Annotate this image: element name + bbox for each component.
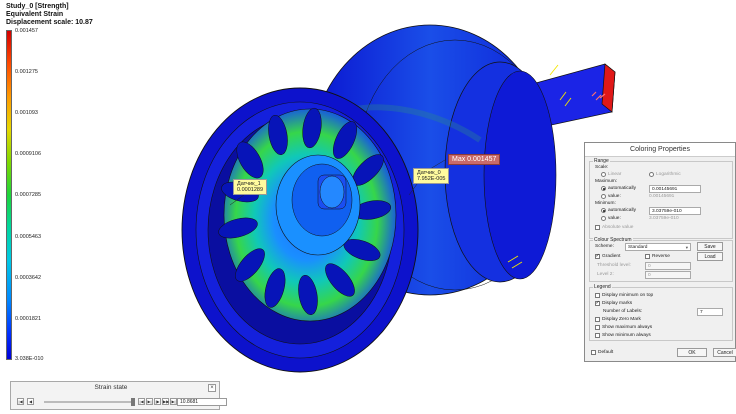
min-value-radio[interactable]: value: bbox=[601, 216, 621, 221]
absolute-value-checkbox[interactable]: Absolute value bbox=[595, 225, 633, 230]
save-button[interactable]: Save bbox=[697, 242, 723, 251]
step-back-button[interactable]: |◀ bbox=[138, 398, 145, 405]
minimum-label: Minimum: bbox=[595, 201, 616, 206]
sensor-0-callout[interactable]: Датчик_0 7.952E-005 bbox=[413, 168, 450, 184]
chevron-down-icon: ▾ bbox=[685, 245, 688, 250]
default-checkbox[interactable]: Default bbox=[591, 350, 613, 355]
min-auto-field[interactable]: 3.03759e-010 bbox=[649, 207, 701, 215]
play-button[interactable]: ▶| bbox=[146, 398, 153, 405]
min-auto-radio[interactable]: automatically bbox=[601, 208, 636, 213]
sensor-1-callout[interactable]: Датчик_1 0.0001289 bbox=[233, 179, 267, 195]
prev-frame-button[interactable]: ◀ bbox=[27, 398, 34, 405]
max-value-radio[interactable]: value: bbox=[601, 194, 621, 199]
checkbox-icon bbox=[595, 225, 600, 230]
strain-state-title: Strain state bbox=[94, 384, 128, 391]
radio-icon bbox=[601, 194, 606, 199]
wheel-hub bbox=[275, 154, 361, 256]
strain-slider-track[interactable] bbox=[44, 401, 132, 403]
strain-slider-thumb[interactable] bbox=[131, 398, 135, 406]
dialog-title: Coloring Properties bbox=[585, 143, 735, 157]
checkbox-icon bbox=[591, 350, 596, 355]
coloring-properties-dialog: Coloring Properties Range Scale: Linear … bbox=[584, 142, 736, 362]
checkbox-icon bbox=[595, 325, 600, 330]
display-marks-checkbox[interactable]: Display marks bbox=[595, 300, 632, 306]
step-forward-button[interactable]: |▶ bbox=[154, 398, 161, 405]
number-of-labels-label: Number of Labels: bbox=[603, 309, 643, 314]
checkbox-icon bbox=[595, 293, 600, 298]
radio-icon bbox=[601, 208, 606, 213]
number-of-labels-field[interactable]: 7 bbox=[697, 308, 723, 316]
checkbox-icon bbox=[645, 254, 650, 259]
scale-label: Scale: bbox=[595, 165, 609, 170]
scheme-dropdown[interactable]: Standard ▾ bbox=[625, 243, 691, 251]
checkbox-icon bbox=[595, 300, 600, 306]
show-max-always-checkbox[interactable]: Show maximum always bbox=[595, 325, 652, 330]
close-icon[interactable]: × bbox=[208, 384, 216, 392]
max-auto-field[interactable]: 0.00145691 bbox=[649, 185, 701, 193]
cancel-button[interactable]: Cancel bbox=[713, 348, 736, 357]
threshold-label: Threshold level: bbox=[597, 263, 631, 268]
first-frame-button[interactable]: |◀ bbox=[17, 398, 24, 405]
sensor-0-value: 7.952E-005 bbox=[417, 176, 446, 182]
radio-icon bbox=[601, 172, 606, 177]
last-frame-button[interactable]: ▶| bbox=[170, 398, 177, 405]
threshold-field[interactable]: 0 bbox=[645, 262, 691, 270]
legend-group-label: Legend bbox=[593, 284, 612, 290]
radio-icon bbox=[601, 216, 606, 221]
checkbox-icon bbox=[595, 253, 600, 259]
display-min-top-checkbox[interactable]: Display minimum on top bbox=[595, 293, 653, 298]
show-min-always-checkbox[interactable]: Show minimum always bbox=[595, 333, 651, 338]
scale-log-radio[interactable]: Logarithmic bbox=[649, 172, 681, 177]
reverse-checkbox[interactable]: Reverse bbox=[645, 254, 670, 259]
sensor-1-value: 0.0001289 bbox=[237, 187, 263, 193]
min-value-text: 3.03759e-010 bbox=[649, 216, 679, 221]
checkbox-icon bbox=[595, 317, 600, 322]
max-auto-radio[interactable]: automatically bbox=[601, 186, 636, 191]
radio-icon bbox=[649, 172, 654, 177]
maximum-label: Maximum: bbox=[595, 179, 618, 184]
display-zero-mark-checkbox[interactable]: Display Zero Mark bbox=[595, 317, 641, 322]
scheme-label: Scheme: bbox=[595, 244, 614, 249]
range-group-label: Range bbox=[593, 158, 610, 164]
max-value-text: 0.00145691 bbox=[649, 194, 675, 199]
level2-label: Level 2: bbox=[597, 272, 614, 277]
scale-linear-radio[interactable]: Linear bbox=[601, 172, 621, 177]
level2-field[interactable]: 0 bbox=[645, 271, 691, 279]
max-value-label[interactable]: Max 0.001457 bbox=[448, 154, 501, 165]
ok-button[interactable]: OK bbox=[677, 348, 707, 357]
checkbox-icon bbox=[595, 333, 600, 338]
fast-forward-button[interactable]: ▶▶ bbox=[162, 398, 169, 405]
radio-icon bbox=[601, 186, 606, 191]
strain-state-panel: Strain state × |◀ ◀ |◀ ▶| |▶ ▶▶ ▶| 10.86… bbox=[10, 381, 227, 410]
gradient-checkbox[interactable]: Gradient bbox=[595, 253, 620, 259]
load-button[interactable]: Load bbox=[697, 252, 723, 261]
strain-value-field[interactable]: 10.8681 bbox=[177, 398, 227, 406]
